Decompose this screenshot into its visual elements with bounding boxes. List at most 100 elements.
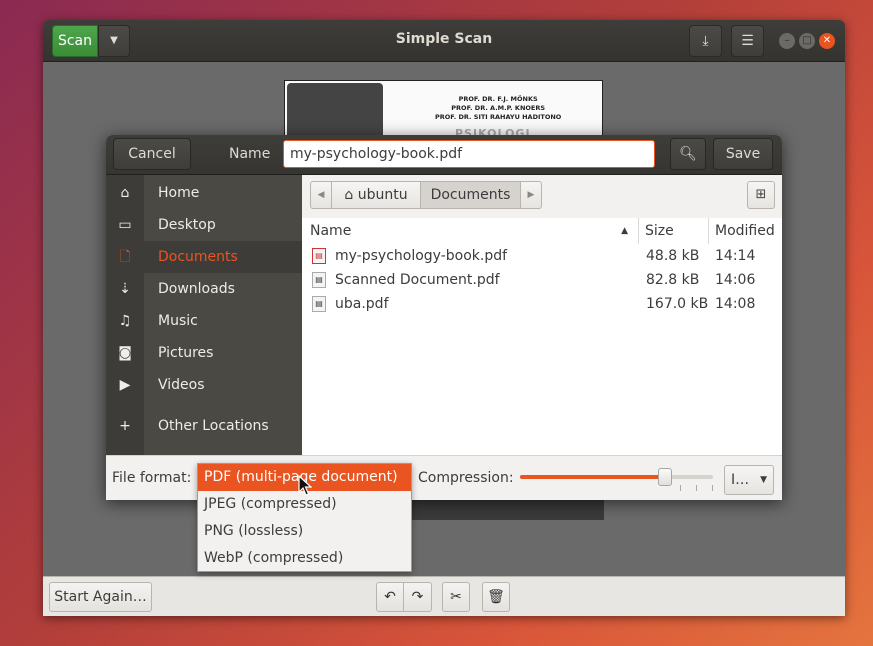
file-row[interactable]: ▤ Scanned Document.pdf 82.8 kB 14:06	[302, 268, 782, 292]
format-option[interactable]: PNG (lossless)	[198, 518, 411, 545]
compression-slider[interactable]	[520, 468, 713, 491]
download-icon: ⇣	[119, 281, 131, 297]
search-button[interactable]: 🔍︎	[670, 138, 706, 170]
close-button[interactable]: ✕	[819, 33, 835, 49]
sidebar-item-label: Home	[158, 185, 200, 201]
file-name: uba.pdf	[335, 296, 389, 312]
menu-button[interactable]: ☰	[731, 25, 764, 57]
home-icon: ⌂	[120, 185, 130, 201]
new-folder-icon: ⊞	[755, 187, 767, 202]
pdf-file-icon: ▤	[312, 272, 326, 288]
compression-label: Compression:	[418, 470, 514, 486]
sidebar-item-documents[interactable]: 🗋 Documents	[106, 241, 302, 273]
search-icon: 🔍︎	[679, 146, 697, 162]
rotate-left-button[interactable]: ↶	[376, 582, 404, 612]
sidebar-item-desktop[interactable]: ▭ Desktop	[106, 209, 302, 241]
slider-tick	[680, 485, 681, 491]
slider-fill	[520, 475, 665, 479]
sidebar-item-other-locations[interactable]: + Other Locations	[106, 410, 302, 442]
minimize-icon: –	[784, 35, 790, 46]
preview-author-lines: PROF. DR. F.J. MÖNKS PROF. DR. A.M.P. KN…	[435, 95, 561, 122]
slider-tick	[696, 485, 697, 491]
sidebar-item-label: Documents	[158, 249, 238, 265]
maximize-button[interactable]: □	[799, 33, 815, 49]
book-spine-image	[287, 83, 383, 143]
file-modified: 14:14	[715, 248, 756, 264]
file-size: 167.0 kB	[646, 296, 709, 312]
minimize-button[interactable]: –	[779, 33, 795, 49]
close-icon: ✕	[822, 35, 832, 46]
scissors-icon: ✂	[450, 589, 462, 605]
sidebar-item-label: Other Locations	[158, 418, 269, 434]
name-label: Name	[229, 146, 271, 162]
save-button[interactable]: Save	[713, 138, 773, 170]
sidebar-item-videos[interactable]: ▶ Videos	[106, 369, 302, 401]
file-size: 48.8 kB	[646, 248, 700, 264]
sidebar-item-downloads[interactable]: ⇣ Downloads	[106, 273, 302, 305]
crop-button[interactable]: ✂	[442, 582, 470, 612]
path-segment-label: Documents	[430, 187, 511, 203]
dialog-header: Cancel Name my-psychology-book.pdf 🔍︎ Sa…	[106, 135, 782, 175]
sort-ascending-icon: ▲	[621, 226, 628, 236]
column-header-size[interactable]: Size	[639, 218, 709, 244]
file-modified: 14:08	[715, 296, 756, 312]
sidebar-item-label: Desktop	[158, 217, 216, 233]
places-sidebar: ⌂ Home ▭ Desktop 🗋 Documents ⇣ Downloads…	[106, 175, 302, 455]
slider-handle[interactable]	[657, 468, 672, 486]
desktop-icon: ▭	[118, 217, 132, 233]
start-again-button[interactable]: Start Again…	[49, 582, 152, 612]
cancel-button[interactable]: Cancel	[113, 138, 191, 170]
new-folder-button[interactable]: ⊞	[747, 181, 775, 209]
file-browser: ◀ ⌂ ubuntu Documents ▶ ⊞ Name ▲ Size Mod…	[302, 175, 782, 455]
column-header-modified[interactable]: Modified	[709, 218, 782, 244]
quality-combo[interactable]: I… ▼	[724, 465, 774, 495]
document-icon: 🗋	[119, 249, 131, 265]
sidebar-item-label: Music	[158, 313, 198, 329]
file-modified: 14:06	[715, 272, 756, 288]
quality-combo-value: I…	[731, 472, 750, 488]
video-icon: ▶	[119, 377, 131, 393]
column-header-name[interactable]: Name ▲	[302, 218, 639, 244]
pdf-file-icon: ▤	[312, 296, 326, 312]
download-icon: ⤓	[702, 33, 709, 49]
file-row[interactable]: ▤ my-psychology-book.pdf 48.8 kB 14:14	[302, 244, 782, 268]
chevron-right-icon: ▶	[527, 190, 535, 200]
file-row[interactable]: ▤ uba.pdf 167.0 kB 14:08	[302, 292, 782, 316]
sidebar-item-home[interactable]: ⌂ Home	[106, 177, 302, 209]
sidebar-item-music[interactable]: ♫ Music	[106, 305, 302, 337]
column-header-label: Name	[310, 223, 352, 239]
path-segment-ubuntu[interactable]: ⌂ ubuntu	[331, 181, 421, 209]
footer-toolbar: Start Again… ↶ ↷ ✂ 🗑	[43, 576, 845, 616]
save-document-button[interactable]: ⤓	[689, 25, 722, 57]
music-icon: ♫	[118, 313, 132, 329]
file-name: Scanned Document.pdf	[335, 272, 500, 288]
delete-page-button[interactable]: 🗑	[482, 582, 510, 612]
maximize-icon: □	[802, 35, 812, 46]
chevron-down-icon: ▼	[760, 475, 767, 485]
pdf-file-icon: ▤	[312, 248, 326, 264]
path-forward-button[interactable]: ▶	[520, 181, 542, 209]
path-segment-documents[interactable]: Documents	[420, 181, 521, 209]
slider-tick	[712, 485, 713, 491]
preview-line: PROF. DR. SITI RAHAYU HADITONO	[435, 113, 562, 121]
rotate-left-icon: ↶	[384, 589, 396, 605]
sidebar-item-pictures[interactable]: ◙ Pictures	[106, 337, 302, 369]
sidebar-item-label: Downloads	[158, 281, 235, 297]
format-option[interactable]: WebP (compressed)	[198, 545, 411, 572]
hamburger-menu-icon: ☰	[741, 33, 754, 49]
camera-icon: ◙	[118, 345, 132, 361]
header-bar: Scan ▼ Simple Scan ⤓ ☰ – □ ✕	[43, 20, 845, 62]
file-name: my-psychology-book.pdf	[335, 248, 508, 264]
window-title: Simple Scan	[395, 31, 493, 47]
save-dialog: Cancel Name my-psychology-book.pdf 🔍︎ Sa…	[106, 135, 782, 500]
rotate-right-button[interactable]: ↷	[404, 582, 432, 612]
path-segment-label: ubuntu	[357, 187, 408, 203]
trash-icon: 🗑	[487, 589, 505, 605]
path-back-button[interactable]: ◀	[310, 181, 332, 209]
rotate-right-icon: ↷	[411, 589, 424, 605]
filename-input[interactable]: my-psychology-book.pdf	[283, 140, 655, 168]
mouse-cursor-icon	[298, 475, 312, 496]
home-icon: ⌂	[344, 187, 354, 203]
sidebar-item-label: Videos	[158, 377, 205, 393]
preview-line: PROF. DR. A.M.P. KNOERS	[451, 104, 546, 112]
